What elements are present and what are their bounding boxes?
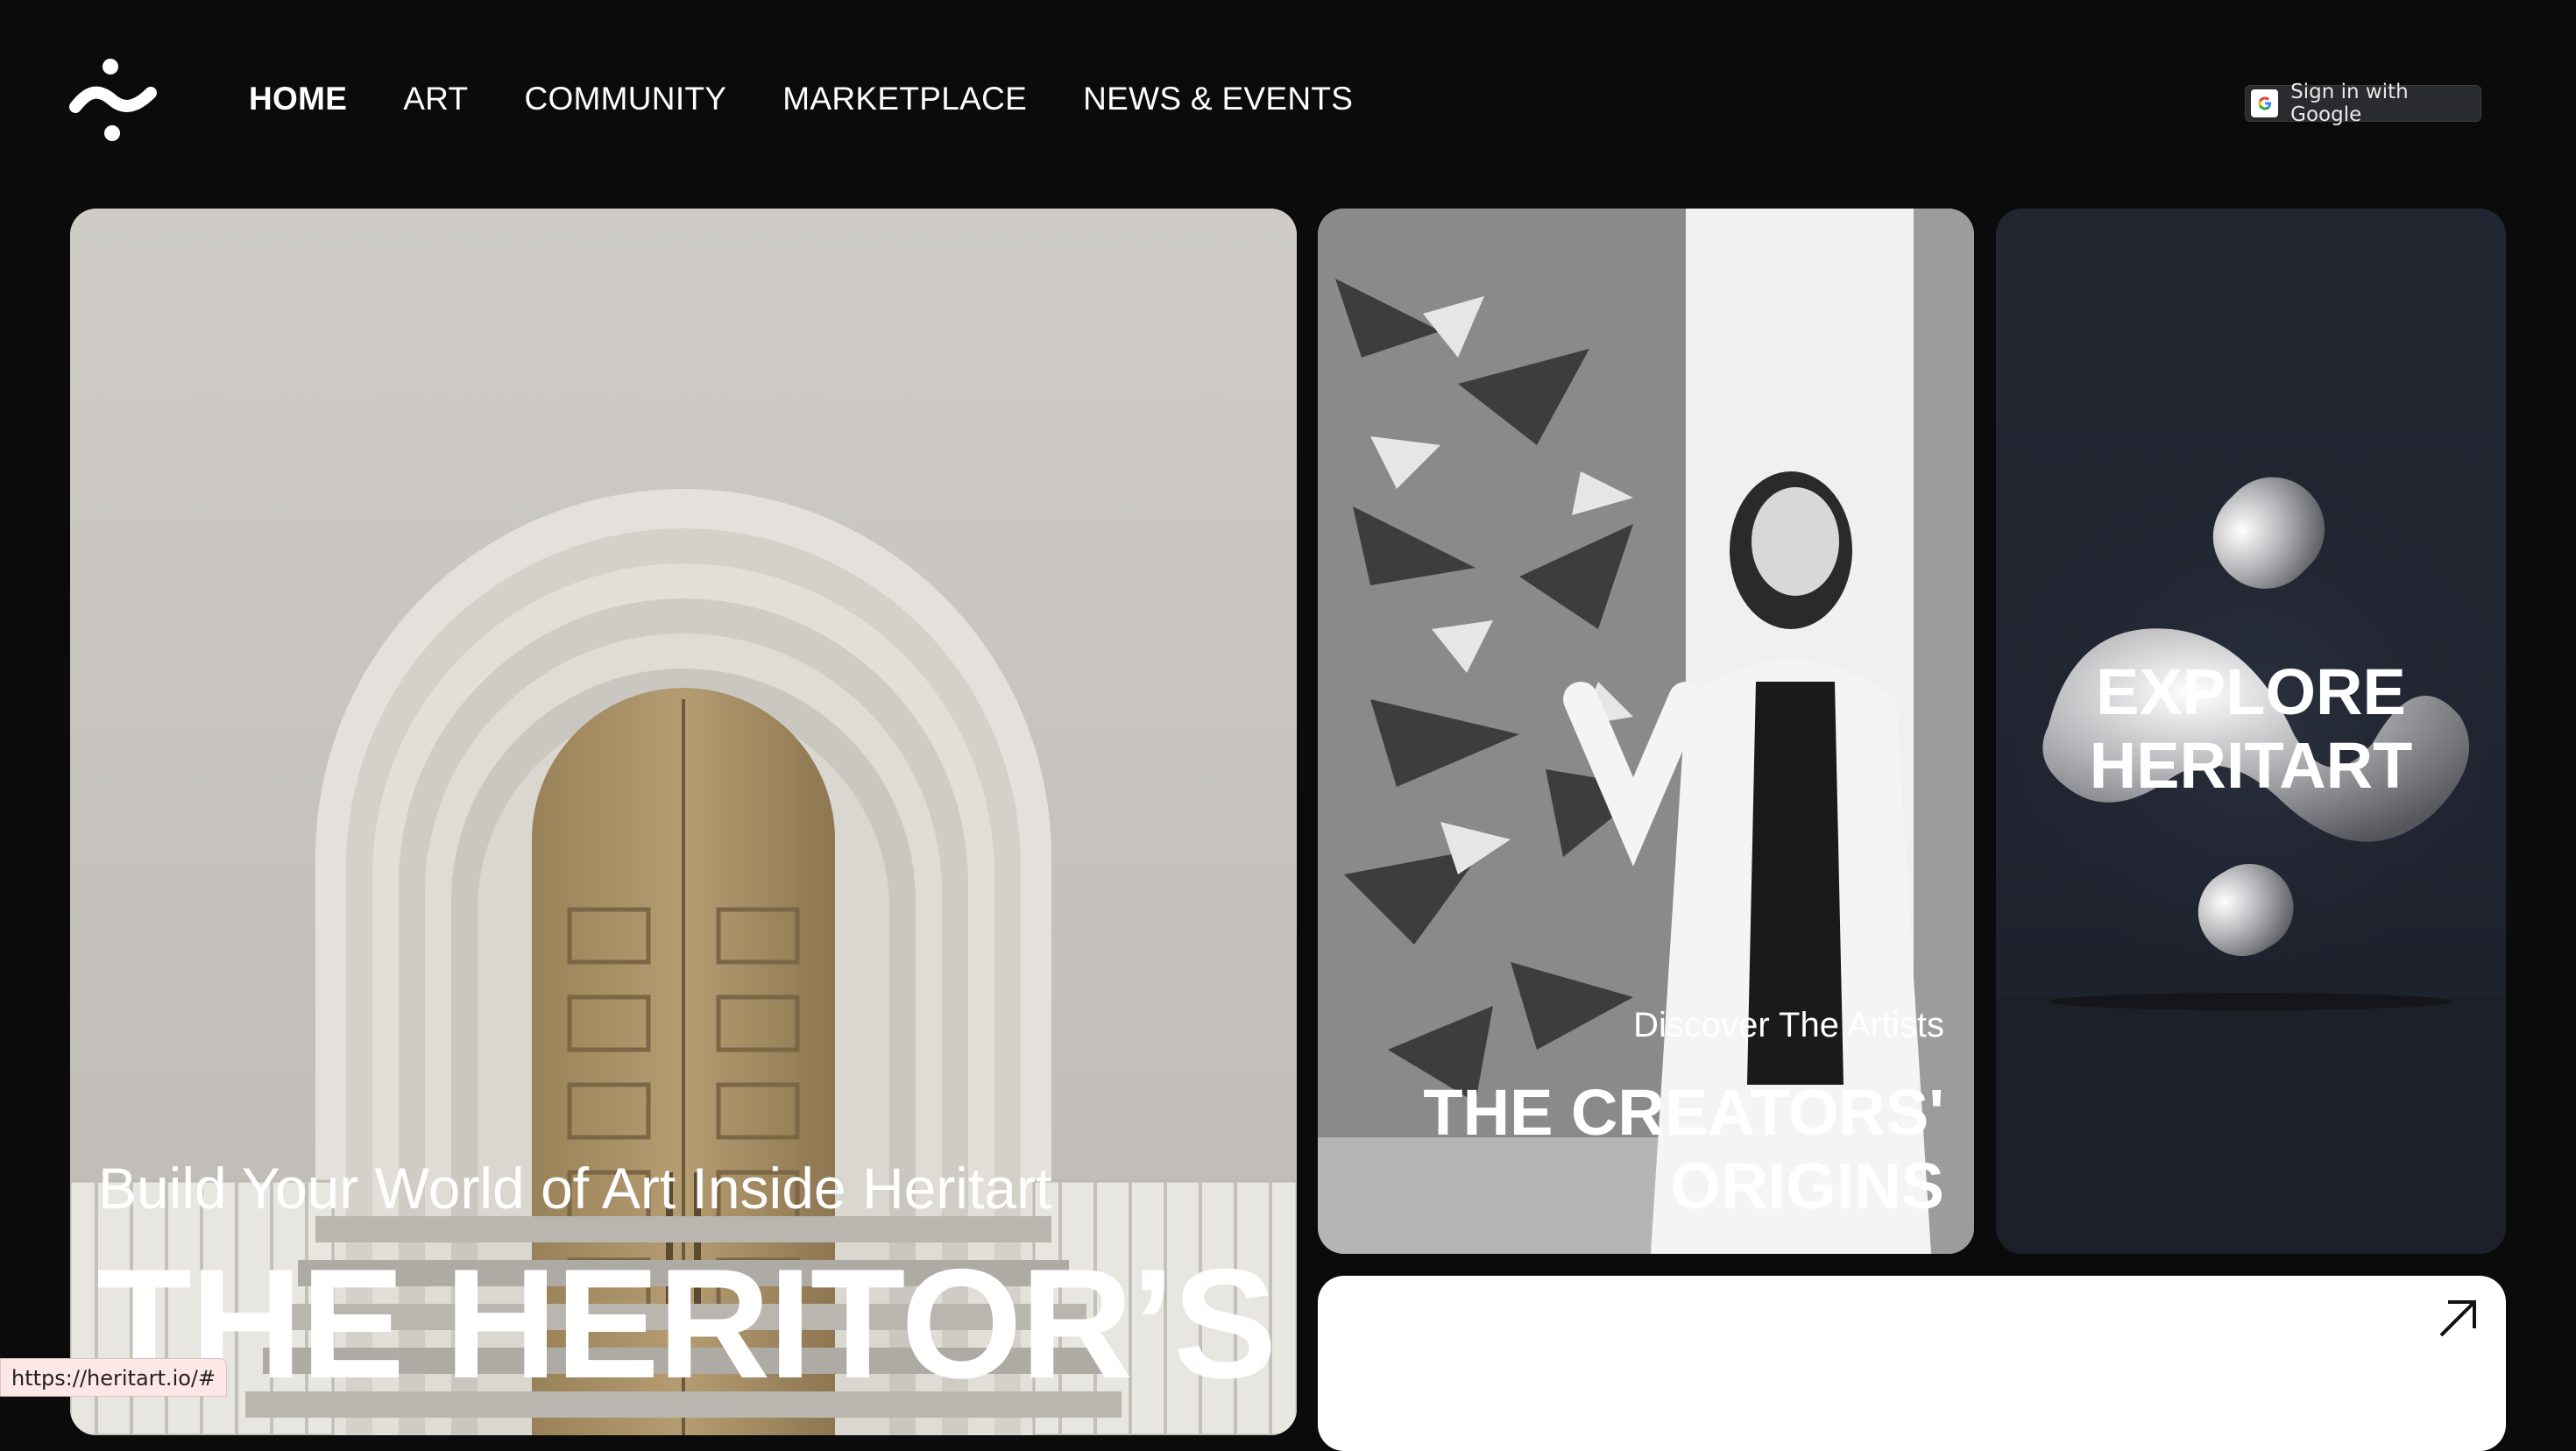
hero-title: THE HERITOR’S (96, 1236, 1277, 1411)
hero-subtitle: Build Your World of Art Inside Heritart (98, 1156, 1052, 1221)
google-signin-button[interactable]: Sign in with Google (2245, 81, 2481, 126)
creators-card[interactable]: Discover The Artists THE CREATORS' ORIGI… (1318, 209, 1974, 1254)
google-signin-label: Sign in with Google (2290, 81, 2409, 126)
hero-card[interactable]: Build Your World of Art Inside Heritart … (70, 209, 1297, 1435)
white-link-card[interactable] (1318, 1276, 2506, 1451)
nav-news-events[interactable]: NEWS & EVENTS (1083, 81, 1353, 117)
creators-title-line1: THE CREATORS' (1423, 1076, 1944, 1149)
explore-card[interactable]: EXPLORE HERITART (1996, 209, 2506, 1254)
heritart-logo[interactable] (68, 56, 158, 144)
arrow-up-right-icon[interactable] (2436, 1297, 2480, 1341)
creators-title-line2: ORIGINS (1670, 1150, 1944, 1222)
creators-subtitle: Discover The Artists (1633, 1006, 1944, 1044)
nav-marketplace[interactable]: MARKETPLACE (782, 81, 1027, 117)
google-g-icon (2251, 89, 2279, 117)
nav-home[interactable]: HOME (249, 81, 347, 117)
explore-title-line1: EXPLORE (2096, 655, 2406, 728)
main-nav: HOME ART COMMUNITY MARKETPLACE NEWS & EV… (249, 81, 1353, 117)
nav-art[interactable]: ART (403, 81, 468, 117)
explore-title: EXPLORE HERITART (1996, 655, 2506, 803)
explore-title-line2: HERITART (2089, 729, 2413, 802)
creators-title: THE CREATORS' ORIGINS (1384, 1076, 1944, 1223)
status-url: https://heritart.io/# (0, 1358, 228, 1397)
nav-community[interactable]: COMMUNITY (524, 81, 726, 117)
